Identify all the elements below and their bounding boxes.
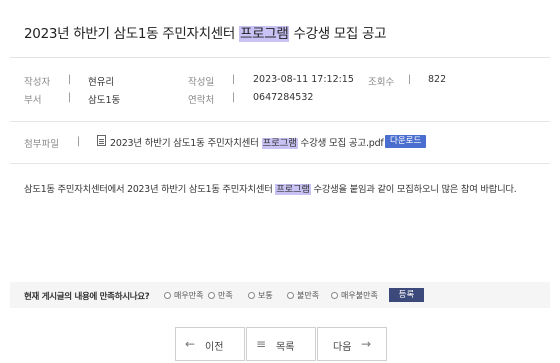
author-label: 작성자 (24, 77, 51, 88)
dept-label: 부서 (24, 95, 42, 106)
satisfaction-survey: 현재 게시글의 내용에 만족하시나요? 매우만족 만족 보통 불만족 매우불만족… (10, 282, 550, 308)
post-title-text: 2023년 하반기 삼도1동 주민자치센터 (24, 26, 239, 42)
next-label: 다음 (333, 342, 352, 353)
option-label: 매우만족 (174, 291, 204, 300)
separator: | (408, 74, 412, 85)
radio-icon[interactable] (287, 292, 294, 299)
option-label: 만족 (218, 291, 233, 300)
radio-icon[interactable] (164, 292, 171, 299)
post-content: 삼도1동 주민자치센터에서 2023년 하반기 삼도1동 주민자치센터 프로그램… (24, 181, 517, 195)
search-highlight: 프로그램 (275, 184, 311, 195)
attachment-label: 첨부파일 (24, 139, 59, 150)
views-value: 822 (428, 74, 447, 85)
date-value: 2023-08-11 17:12:15 (253, 74, 354, 85)
post-header: 2023년 하반기 삼도1동 주민자치센터 프로그램 수강생 모집 공고 (10, 0, 550, 58)
file-name-text-end: 수강생 모집 공고.pdf (297, 138, 384, 149)
next-button[interactable]: 다음 → (317, 327, 387, 361)
option-label: 매우불만족 (341, 291, 378, 300)
dept-value: 삼도1동 (88, 95, 121, 106)
content-text: 삼도1동 주민자치센터에서 2023년 하반기 삼도1동 주민자치센터 (24, 184, 276, 195)
option-label: 불만족 (297, 291, 320, 300)
prev-button[interactable]: ← 이전 (175, 327, 245, 361)
file-name-text: 2023년 하반기 삼도1동 주민자치센터 (110, 138, 262, 149)
file-icon (97, 135, 106, 146)
meta-row-2: 부서 | 삼도1동 연락처 | 0647284532 (10, 92, 550, 106)
prev-label: 이전 (205, 342, 224, 353)
survey-option-neutral[interactable]: 보통 (248, 290, 273, 301)
list-button[interactable]: ≡ 목록 (246, 327, 316, 361)
radio-icon[interactable] (248, 292, 255, 299)
post-title: 2023년 하반기 삼도1동 주민자치센터 프로그램 수강생 모집 공고 (24, 22, 387, 42)
radio-icon[interactable] (208, 292, 215, 299)
post-title-text-end: 수강생 모집 공고 (289, 26, 387, 42)
views-label: 조회수 (368, 77, 395, 88)
attachment-file-link[interactable]: 2023년 하반기 삼도1동 주민자치센터 프로그램 수강생 모집 공고.pdf (110, 135, 384, 149)
survey-question: 현재 게시글의 내용에 만족하시나요? (24, 292, 150, 302)
list-label: 목록 (276, 342, 295, 353)
survey-option-dissatisfied[interactable]: 불만족 (287, 290, 319, 301)
content-text-end: 수강생을 붙임과 같이 모집하오니 많은 참여 바랍니다. (310, 184, 517, 195)
author-value: 현유리 (88, 77, 115, 88)
download-button[interactable]: 다운로드 (385, 135, 427, 148)
contact-label: 연락처 (188, 95, 215, 106)
separator: | (232, 92, 236, 103)
separator: | (68, 92, 72, 103)
survey-option-very-satisfied[interactable]: 매우만족 (164, 290, 203, 301)
separator: | (232, 74, 236, 85)
arrow-right-icon: → (361, 337, 372, 351)
survey-option-satisfied[interactable]: 만족 (208, 290, 233, 301)
meta-row-1: 작성자 | 현유리 작성일 | 2023-08-11 17:12:15 조회수 … (10, 74, 550, 88)
date-label: 작성일 (188, 77, 215, 88)
post-meta: 작성자 | 현유리 작성일 | 2023-08-11 17:12:15 조회수 … (10, 58, 550, 122)
survey-submit-button[interactable]: 등록 (389, 288, 424, 302)
option-label: 보통 (258, 291, 273, 300)
search-highlight: 프로그램 (261, 138, 298, 149)
arrow-left-icon: ← (185, 337, 196, 351)
search-highlight: 프로그램 (238, 26, 290, 42)
survey-option-very-dissatisfied[interactable]: 매우불만족 (331, 290, 378, 301)
separator: | (68, 74, 72, 85)
list-icon: ≡ (256, 337, 267, 351)
radio-icon[interactable] (331, 292, 338, 299)
separator: | (77, 136, 81, 147)
contact-value: 0647284532 (253, 92, 314, 103)
attachment-row: 첨부파일 | 2023년 하반기 삼도1동 주민자치센터 프로그램 수강생 모집… (10, 122, 550, 164)
